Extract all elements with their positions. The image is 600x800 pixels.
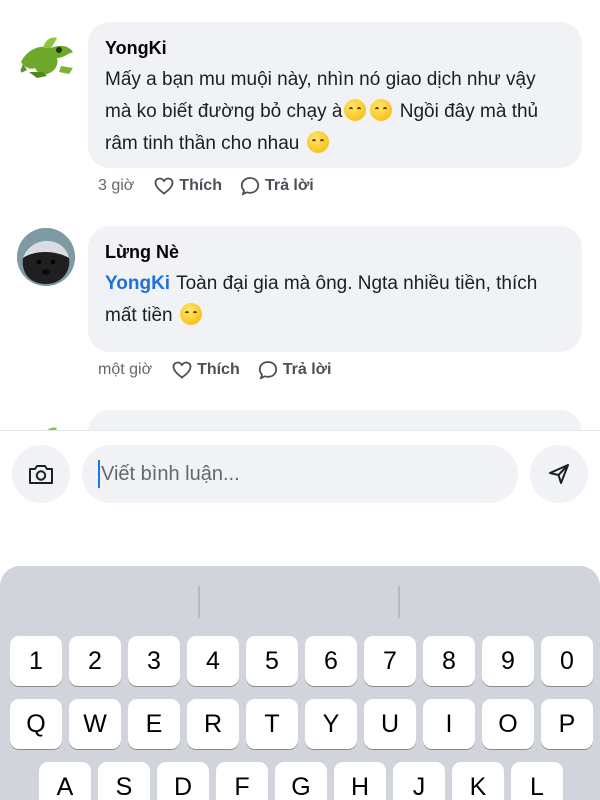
key-g[interactable]: G	[275, 762, 327, 800]
comment-composer	[0, 430, 600, 566]
comment-input[interactable]	[101, 462, 501, 486]
comment-bubble	[88, 410, 582, 430]
text-caret	[98, 460, 100, 488]
key-4[interactable]: 4	[187, 636, 239, 686]
reply-label: Trả lời	[282, 361, 332, 378]
send-icon	[549, 464, 569, 484]
key-o[interactable]: O	[482, 699, 534, 749]
comment-input-field[interactable]	[82, 445, 518, 503]
speech-bubble-icon	[240, 177, 260, 196]
suggestion-divider	[198, 586, 200, 618]
avatar-frog-image	[47, 427, 57, 430]
key-k[interactable]: K	[452, 762, 504, 800]
blush-emoji-icon	[370, 99, 393, 121]
avatar[interactable]	[17, 418, 75, 430]
grinning-squint-emoji-icon	[179, 303, 202, 325]
like-label: Thích	[197, 361, 240, 378]
send-button[interactable]	[530, 445, 588, 503]
comment-author[interactable]: Lừng Nè	[105, 240, 564, 264]
key-r[interactable]: R	[187, 699, 239, 749]
key-f[interactable]: F	[216, 762, 268, 800]
reply-button[interactable]: Trả lời	[240, 176, 314, 196]
camera-icon	[29, 465, 53, 484]
key-y[interactable]: Y	[305, 699, 357, 749]
key-3[interactable]: 3	[128, 636, 180, 686]
comment-time[interactable]: 3 giờ	[98, 177, 134, 195]
like-button[interactable]: Thích	[172, 361, 240, 379]
key-l[interactable]: L	[511, 762, 563, 800]
suggestion-divider	[398, 586, 400, 618]
key-9[interactable]: 9	[482, 636, 534, 686]
key-2[interactable]: 2	[69, 636, 121, 686]
comment-bubble: YongKi Mấy a bạn mu muội này, nhìn nó gi…	[88, 22, 582, 168]
comment-time[interactable]: một giờ	[98, 361, 152, 379]
camera-button[interactable]	[12, 445, 70, 503]
avatar-honey-badger-image	[17, 228, 75, 286]
comment-bubble: Lừng Nè YongKi Toàn đại gia mà ông. Ngta …	[88, 226, 582, 352]
comment-actions: 3 giờ Thích Trả lời	[98, 176, 332, 196]
avatar[interactable]	[17, 228, 75, 286]
comment-author[interactable]: YongKi	[105, 36, 564, 60]
like-label: Thích	[179, 177, 222, 194]
key-q[interactable]: Q	[10, 699, 62, 749]
key-d[interactable]: D	[157, 762, 209, 800]
key-u[interactable]: U	[364, 699, 416, 749]
comments-list: YongKi Mấy a bạn mu muội này, nhìn nó gi…	[0, 0, 600, 430]
avatar[interactable]	[17, 28, 75, 86]
key-a[interactable]: A	[39, 762, 91, 800]
heart-icon	[172, 361, 192, 379]
key-e[interactable]: E	[128, 699, 180, 749]
comment-text: Mấy a bạn mu muội này, nhìn nó giao dịch…	[105, 64, 564, 160]
key-w[interactable]: W	[69, 699, 121, 749]
speech-bubble-icon	[258, 361, 277, 380]
key-h[interactable]: H	[334, 762, 386, 800]
key-1[interactable]: 1	[10, 636, 62, 686]
reply-button[interactable]: Trả lời	[258, 360, 332, 380]
comment-actions: một giờ Thích Trả lời	[98, 360, 349, 380]
key-5[interactable]: 5	[246, 636, 298, 686]
rofl-emoji-icon	[306, 131, 329, 153]
like-button[interactable]: Thích	[154, 177, 222, 195]
key-t[interactable]: T	[246, 699, 298, 749]
key-7[interactable]: 7	[364, 636, 416, 686]
reply-label: Trả lời	[264, 177, 314, 194]
comment-text: YongKi Toàn đại gia mà ông. Ngta nhiều ti…	[105, 268, 564, 332]
key-p[interactable]: P	[541, 699, 593, 749]
avatar-frog-image	[19, 37, 73, 78]
key-0[interactable]: 0	[541, 636, 593, 686]
key-6[interactable]: 6	[305, 636, 357, 686]
key-s[interactable]: S	[98, 762, 150, 800]
mention-link[interactable]: YongKi	[105, 273, 170, 294]
key-i[interactable]: I	[423, 699, 475, 749]
on-screen-keyboard: 1 2 3 4 5 6 7 8 9 0 Q W E R T Y U I O P …	[0, 566, 600, 800]
key-j[interactable]: J	[393, 762, 445, 800]
heart-icon	[154, 177, 174, 195]
key-8[interactable]: 8	[423, 636, 475, 686]
blush-emoji-icon	[344, 99, 367, 121]
